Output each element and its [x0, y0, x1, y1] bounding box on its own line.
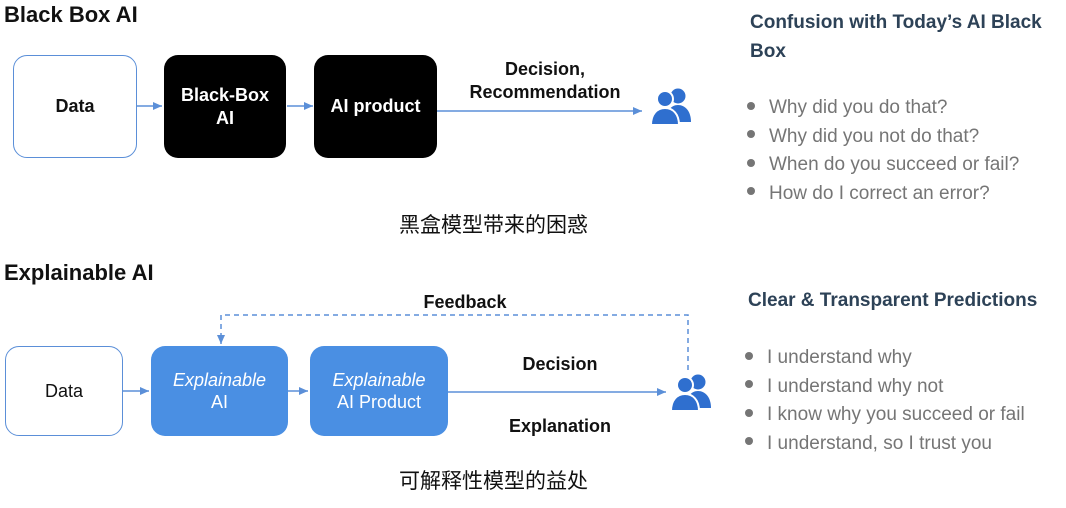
node-black-box-ai: Black-Box AI	[164, 55, 286, 158]
list-item: When do you succeed or fail?	[747, 151, 1019, 180]
caption-explainable: 可解释性模型的益处	[399, 469, 588, 493]
section-title-black-box: Black Box AI	[4, 2, 138, 27]
list-item-text: I understand why	[767, 347, 912, 368]
list-item: How do I correct an error?	[747, 180, 1019, 209]
bullet-icon	[747, 130, 755, 139]
edge-label-decision: Decision	[522, 354, 598, 374]
edge-label-explanation: Explanation	[508, 416, 611, 436]
list-item: I understand why	[745, 344, 1025, 373]
node-explainable-ai-product: Explainable AI Product	[310, 346, 448, 436]
bullet-icon	[747, 187, 755, 196]
list-item: Why did you not do that?	[747, 123, 1019, 152]
node-label-line: Explainable	[332, 369, 426, 390]
panel-title-line: Confusion with Today’s AI Black	[750, 12, 1042, 33]
node-explainable-ai: Explainable AI	[151, 346, 288, 436]
node-label-line: AI Product	[336, 392, 422, 412]
list-item-text: How do I correct an error?	[769, 182, 990, 204]
edge-label-decision-recommendation: Decision, Recommendation	[455, 58, 635, 103]
panel-title-confusion: Confusion with Today’s AI Black Box	[750, 9, 1066, 66]
panel-title-line: Box	[750, 40, 786, 62]
node-label: AI product	[330, 96, 421, 117]
edge-label-feedback: Feedback	[423, 292, 507, 312]
confusion-bullet-list: Why did you do that? Why did you not do …	[747, 94, 1019, 208]
node-label: Data	[55, 96, 95, 117]
list-item-text: Why did you not do that?	[769, 125, 980, 147]
list-item: I know why you succeed or fail	[745, 401, 1025, 430]
list-item-text: I understand, so I trust you	[767, 432, 992, 454]
users-icon	[650, 88, 691, 126]
list-item-text: When do you succeed or fail?	[769, 154, 1020, 175]
node-data-top: Data	[13, 55, 137, 158]
list-item: Why did you do that?	[747, 94, 1019, 123]
bullet-icon	[747, 158, 755, 167]
node-data-bottom: Data	[5, 346, 123, 436]
users-icon	[670, 374, 711, 412]
section-title-explainable: Explainable AI	[4, 260, 154, 285]
node-label-line: AI	[216, 107, 234, 128]
node-label: Data	[44, 380, 84, 401]
caption-black-box: 黑盒模型带来的困惑	[399, 213, 588, 237]
node-label-line: Black-Box	[180, 85, 270, 105]
bullet-icon	[745, 351, 753, 360]
list-item-text: Why did you do that?	[769, 97, 948, 118]
edge-label-line: Recommendation	[469, 81, 621, 102]
bullet-icon	[745, 408, 753, 417]
bullet-icon	[745, 380, 753, 389]
transparency-bullet-list: I understand why I understand why not I …	[745, 344, 1025, 458]
bullet-icon	[747, 101, 755, 110]
node-label-line: AI	[210, 392, 228, 412]
bullet-icon	[745, 437, 753, 446]
list-item-text: I know why you succeed or fail	[767, 404, 1025, 425]
list-item: I understand, so I trust you	[745, 430, 1025, 459]
list-item-text: I understand why not	[767, 375, 944, 397]
edge-label-line: Decision,	[504, 59, 586, 79]
node-label-line: Explainable	[172, 369, 267, 390]
panel-title-clear-transparent: Clear & Transparent Predictions	[748, 290, 1038, 311]
node-ai-product: AI product	[314, 55, 437, 158]
list-item: I understand why not	[745, 373, 1025, 402]
